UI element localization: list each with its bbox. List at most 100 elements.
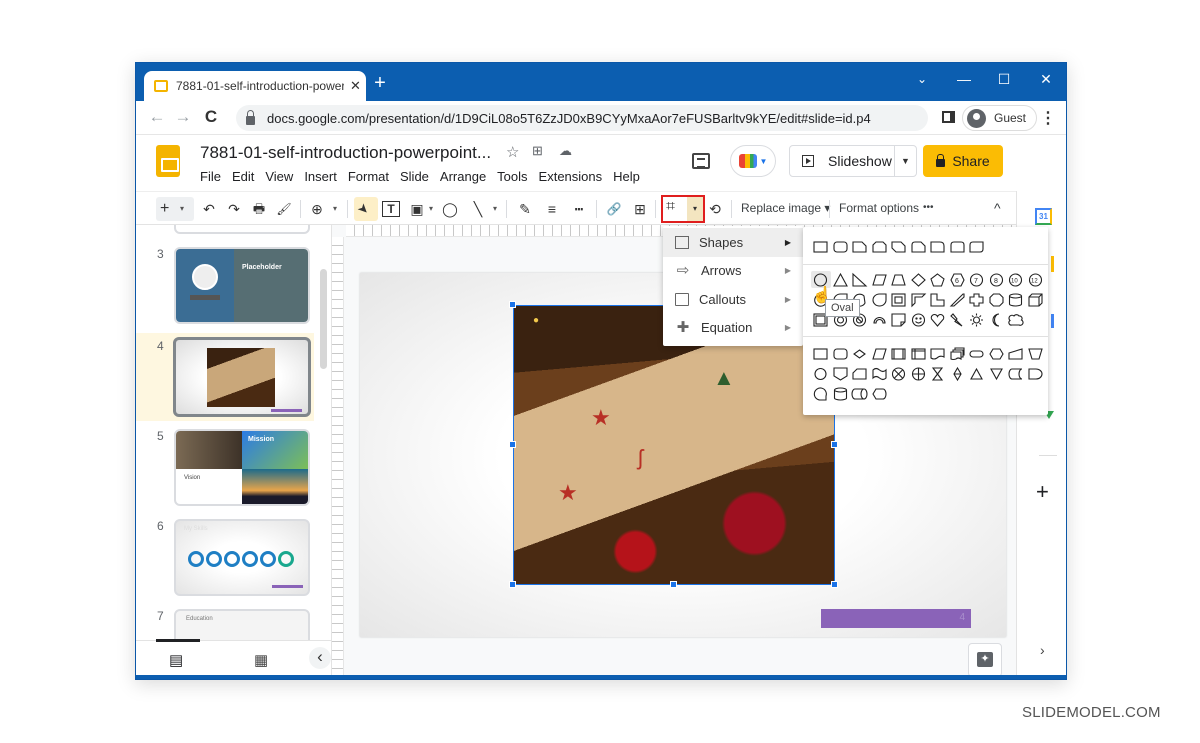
resize-handle-bottom-left[interactable] <box>509 581 516 588</box>
shape-extract-icon[interactable] <box>967 365 987 382</box>
slide-thumbnail-2[interactable] <box>174 225 310 234</box>
shape-internal-icon[interactable] <box>909 345 929 362</box>
shape-halfframe-icon[interactable] <box>909 291 929 308</box>
tasks-icon[interactable] <box>1051 314 1054 328</box>
browser-menu-icon[interactable]: ⋮ <box>1040 108 1056 128</box>
browser-tab[interactable]: 7881-01-self-introduction-power ✕ <box>144 71 366 101</box>
shape-para-icon[interactable] <box>870 271 890 288</box>
menu-format[interactable]: Format <box>346 169 395 184</box>
shape-orj-icon[interactable] <box>909 365 929 382</box>
shape-offpage-icon[interactable] <box>831 365 851 382</box>
undo-icon[interactable]: ↶ <box>200 199 218 219</box>
slideshow-button[interactable]: Slideshow <box>790 146 895 176</box>
replace-image-button[interactable]: Replace image ▾ <box>741 201 830 215</box>
shape-card-icon[interactable] <box>850 365 870 382</box>
image-dropdown-icon[interactable]: ▾ <box>426 199 436 219</box>
cloud-status-icon[interactable]: ☁ <box>559 143 572 159</box>
filmstrip-view-icon[interactable]: ▤ <box>169 651 183 669</box>
menu-tools[interactable]: Tools <box>495 169 533 184</box>
menu-slide[interactable]: Slide <box>398 169 435 184</box>
shape-rrd-icon[interactable] <box>967 238 987 255</box>
resize-handle-bottom[interactable] <box>670 581 677 588</box>
shape-frame-icon[interactable] <box>889 291 909 308</box>
shape-num7-icon[interactable]: 7 <box>967 271 987 288</box>
line-dropdown-icon[interactable]: ▾ <box>490 199 500 219</box>
shape-rect-icon[interactable] <box>811 238 831 255</box>
shape-collate-icon[interactable] <box>928 365 948 382</box>
shape-can-icon[interactable] <box>1006 291 1026 308</box>
shape-rtri-icon[interactable] <box>850 271 870 288</box>
forward-button[interactable]: → <box>172 107 194 127</box>
menu-item-equation[interactable]: ✚ Equation ▶ <box>663 314 803 343</box>
shape-storeddata-icon[interactable] <box>1006 365 1026 382</box>
slides-logo-icon[interactable] <box>156 145 180 177</box>
shape-terminator-icon[interactable] <box>967 345 987 362</box>
reset-image-icon[interactable]: ⟲ <box>706 199 724 219</box>
move-folder-icon[interactable]: ⊞ <box>532 143 543 159</box>
shape-sort-icon[interactable] <box>948 365 968 382</box>
slide-thumbnail-4[interactable] <box>173 337 311 417</box>
keep-icon[interactable] <box>1051 256 1054 272</box>
shape-process-icon[interactable] <box>811 345 831 362</box>
shape-manualop-icon[interactable] <box>1026 345 1046 362</box>
document-title[interactable]: 7881-01-self-introduction-powerpoint... <box>200 143 491 163</box>
shape-rr1-icon[interactable] <box>928 238 948 255</box>
shape-arc-icon[interactable] <box>870 311 890 328</box>
shape-prep-icon[interactable] <box>987 345 1007 362</box>
reload-button[interactable]: C <box>200 107 222 127</box>
shape-cube-icon[interactable] <box>1026 291 1046 308</box>
slide-thumbnail-5[interactable]: Mission Vision <box>174 429 310 506</box>
shape-trap-icon[interactable] <box>889 271 909 288</box>
border-weight-icon[interactable]: ≡ <box>543 199 561 219</box>
slideshow-dropdown[interactable]: ▼ <box>895 156 916 166</box>
shape-connector-icon[interactable] <box>811 365 831 382</box>
slide-thumbnail-6[interactable]: My Skills <box>174 519 310 596</box>
profile-button[interactable]: Guest <box>962 105 1038 131</box>
shape-snipd-icon[interactable] <box>889 238 909 255</box>
more-options-icon[interactable]: ••• <box>923 202 934 213</box>
menu-file[interactable]: File <box>198 169 227 184</box>
get-addons-button[interactable]: + <box>1036 479 1049 505</box>
shape-diagstripe-icon[interactable] <box>948 291 968 308</box>
shape-heart-icon[interactable] <box>928 311 948 328</box>
textbox-icon[interactable]: T <box>382 201 400 217</box>
shape-directaccess-icon[interactable] <box>850 385 870 402</box>
shape-num12-icon[interactable]: 12 <box>1026 271 1046 288</box>
shape-magdisk-icon[interactable] <box>831 385 851 402</box>
menu-edit[interactable]: Edit <box>230 169 260 184</box>
shape-altproc-icon[interactable] <box>831 345 851 362</box>
zoom-icon[interactable]: ⊕ <box>308 199 326 219</box>
link-icon[interactable]: 🔗 <box>604 199 624 219</box>
select-tool-button[interactable]: ➤ <box>354 197 378 221</box>
filmstrip-scrollbar[interactable] <box>320 269 327 369</box>
menu-view[interactable]: View <box>263 169 299 184</box>
shape-diam-icon[interactable] <box>909 271 929 288</box>
new-slide-button[interactable]: + ▾ <box>156 197 194 221</box>
resize-handle-right[interactable] <box>831 441 838 448</box>
border-dash-icon[interactable]: ┅ <box>570 199 588 219</box>
shape-punch-icon[interactable] <box>870 365 890 382</box>
menu-extensions[interactable]: Extensions <box>537 169 609 184</box>
shape-merge-icon[interactable] <box>987 365 1007 382</box>
calendar-icon[interactable]: 31 <box>1035 208 1052 225</box>
page-number-bar[interactable]: 4 <box>821 609 971 628</box>
shape-smile-icon[interactable] <box>909 311 929 328</box>
shape-plus-icon[interactable] <box>967 291 987 308</box>
menu-item-callouts[interactable]: Callouts ▶ <box>663 285 803 314</box>
meet-button[interactable]: ▼ <box>730 145 776 177</box>
shape-rrect-icon[interactable] <box>831 238 851 255</box>
resize-handle-top-left[interactable] <box>509 301 516 308</box>
menu-item-shapes[interactable]: Shapes ▶ <box>663 228 803 257</box>
shape-sumj-icon[interactable] <box>889 365 909 382</box>
mask-image-button[interactable]: ⌗ ▾ <box>661 195 705 223</box>
comment-history-icon[interactable] <box>692 153 710 169</box>
shape-sniprr-icon[interactable] <box>909 238 929 255</box>
explore-button[interactable]: ✦ <box>968 643 1002 677</box>
grid-view-icon[interactable]: ▦ <box>254 651 268 669</box>
shape-oct-icon[interactable] <box>987 291 1007 308</box>
slide-thumbnail-3[interactable]: Placeholder <box>174 247 310 324</box>
shape-decision-icon[interactable] <box>850 345 870 362</box>
shape-delay-icon[interactable] <box>1026 365 1046 382</box>
shape-tri-icon[interactable] <box>831 271 851 288</box>
shape-icon[interactable]: ◯ <box>441 199 459 219</box>
